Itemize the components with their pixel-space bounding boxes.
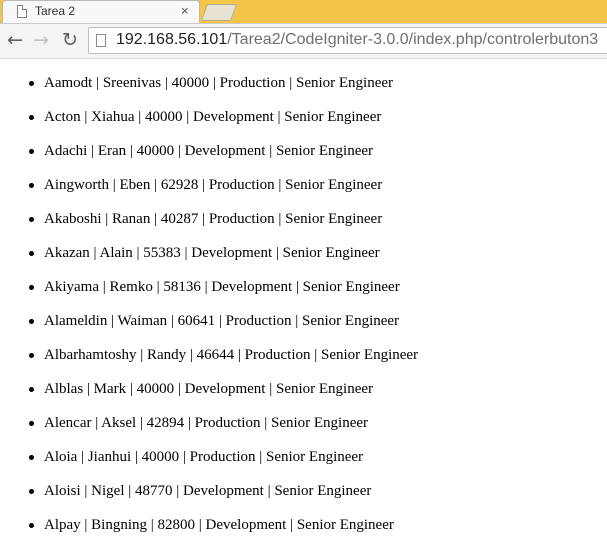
bullet-icon: [29, 285, 34, 290]
new-tab-button[interactable]: [200, 4, 238, 21]
employee-record: Acton | Xiahua | 40000 | Development | S…: [44, 109, 382, 125]
tab-tarea-2[interactable]: Tarea 2 ×: [2, 0, 200, 23]
bullet-icon: [29, 217, 34, 222]
employee-record: Aloisi | Nigel | 48770 | Development | S…: [44, 483, 372, 499]
page-icon: [96, 34, 106, 47]
employee-record: Akiyama | Remko | 58136 | Development | …: [44, 279, 400, 295]
page-icon: [17, 5, 27, 18]
bullet-icon: [29, 149, 34, 154]
employee-record: Adachi | Eran | 40000 | Development | Se…: [44, 143, 374, 159]
bullet-icon: [29, 81, 34, 86]
tab-strip: Tarea 2 ×: [0, 0, 607, 24]
employee-record: Alblas | Mark | 40000 | Development | Se…: [44, 381, 374, 397]
url-path: /Tarea2/CodeIgniter-3.0.0/index.php/cont…: [227, 31, 599, 48]
employee-record: Alencar | Aksel | 42894 | Production | S…: [44, 415, 369, 431]
employee-record: Alpay | Bingning | 82800 | Development |…: [44, 517, 394, 533]
address-bar[interactable]: 192.168.56.101/Tarea2/CodeIgniter-3.0.0/…: [88, 27, 607, 54]
employee-record: Albarhamtoshy | Randy | 46644 | Producti…: [44, 347, 419, 363]
forward-arrow-icon[interactable]: →: [30, 29, 52, 51]
bullet-icon: [29, 387, 34, 392]
employee-record: Akazan | Alain | 55383 | Development | S…: [44, 245, 380, 261]
url-text: 192.168.56.101/Tarea2/CodeIgniter-3.0.0/…: [116, 31, 598, 49]
url-host: 192.168.56.101: [116, 31, 228, 48]
bullet-icon: [29, 251, 34, 256]
bullet-icon: [29, 523, 34, 528]
bullet-icon: [29, 489, 34, 494]
employee-record: Alameldin | Waiman | 60641 | Production …: [44, 313, 400, 329]
employee-record: Aingworth | Eben | 62928 | Production | …: [44, 177, 383, 193]
bullet-icon: [29, 319, 34, 324]
bullet-icon: [29, 183, 34, 188]
page-content: Aamodt | Sreenivas | 40000 | Production …: [0, 59, 607, 541]
back-arrow-icon[interactable]: ←: [4, 29, 26, 51]
employee-record: Aloia | Jianhui | 40000 | Production | S…: [44, 449, 364, 465]
bullet-icon: [29, 421, 34, 426]
bullet-icon: [29, 353, 34, 358]
bullet-icon: [29, 115, 34, 120]
bullet-icon: [29, 455, 34, 460]
browser-toolbar: ← → ↻ 192.168.56.101/Tarea2/CodeIgniter-…: [0, 24, 607, 59]
tab-title: Tarea 2: [35, 4, 76, 18]
reload-icon[interactable]: ↻: [59, 29, 81, 51]
employee-record: Aamodt | Sreenivas | 40000 | Production …: [44, 75, 394, 91]
close-icon[interactable]: ×: [181, 3, 189, 19]
employee-record: Akaboshi | Ranan | 40287 | Production | …: [44, 211, 383, 227]
